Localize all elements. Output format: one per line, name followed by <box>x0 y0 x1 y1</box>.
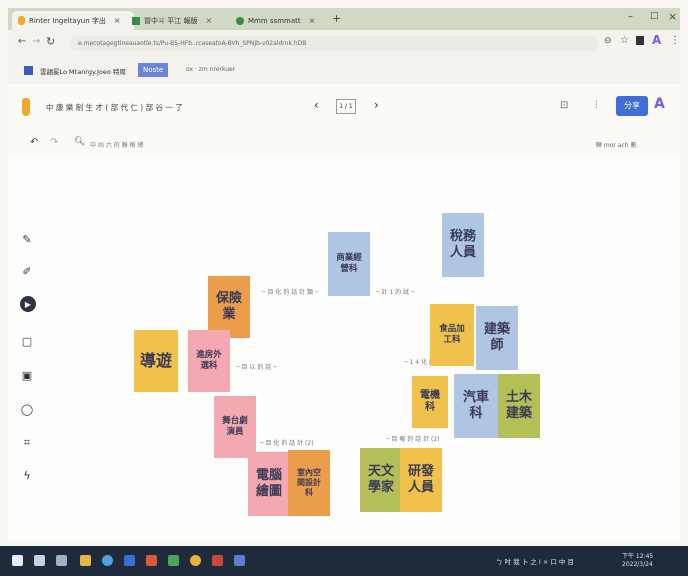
browser-tab-active[interactable]: Rinter Ingeltayun 字出 × <box>12 11 134 30</box>
bookmark-item[interactable]: ox · zm nrerkuer <box>186 66 235 73</box>
tab-favicon-icon <box>132 16 140 25</box>
close-tab-icon[interactable]: × <box>205 16 212 25</box>
user-avatar[interactable]: A <box>654 96 665 112</box>
extension-icon[interactable] <box>636 36 644 45</box>
connector-label: ─ 目 化 的 話 計 類 ─ <box>262 289 319 296</box>
excel-icon[interactable] <box>168 555 179 566</box>
sticky-note[interactable]: 建築師 <box>476 306 518 370</box>
zoom-icon[interactable]: ⊖ <box>604 36 612 46</box>
edge-icon[interactable] <box>102 555 113 566</box>
browser-tab[interactable]: 冒中ㄐ 平江 報版 × <box>126 11 238 30</box>
connector-label: ─ 目 以 的 話 ─ <box>236 364 277 371</box>
sticky-note[interactable]: 導遊 <box>134 330 178 392</box>
app-logo-icon <box>22 98 30 116</box>
text-box-icon[interactable]: ▣ <box>20 368 34 382</box>
frame-icon[interactable]: ⌗ <box>20 436 34 450</box>
clock-time[interactable]: 下午 12:45 <box>622 551 653 560</box>
bookmark-item[interactable]: 雲韻冕Lo Mtanrgy.Joeo 特周 <box>40 66 126 76</box>
select-tool-icon[interactable]: ▶ <box>20 296 36 312</box>
marker-icon[interactable]: ✐ <box>20 264 34 278</box>
os-taskbar: ㄅ 吋 我 卜 之 I × 口 中 目 下午 12:45 2022/3/24 <box>0 546 688 576</box>
zoom-tool-icon[interactable]: 🔍︎ <box>74 137 85 147</box>
sticky-note[interactable]: 汽車科 <box>454 374 498 438</box>
present-icon[interactable]: ⊡ <box>560 100 568 111</box>
task-view-icon[interactable] <box>56 555 67 566</box>
sticky-note[interactable]: 食品加 工科 <box>430 304 474 366</box>
menu-icon[interactable]: ⋮ <box>670 35 680 46</box>
bookmarks-bar: 雲韻冕Lo Mtanrgy.Joeo 特周 Noste ox · zm nrer… <box>8 58 680 85</box>
start-icon[interactable] <box>12 555 23 566</box>
reload-icon[interactable]: ↻ <box>46 35 55 48</box>
url-field[interactable]: e.mecotagegtineauaotle.ts/Pu-B5-HFb..rca… <box>70 36 598 51</box>
tab-favicon-icon <box>18 16 25 25</box>
browser-tab[interactable]: Mmm ssmmatt × <box>230 11 338 30</box>
clock-date[interactable]: 2022/3/24 <box>622 561 653 568</box>
store-icon[interactable] <box>124 555 135 566</box>
connector-label: ─ 目 化 的 話 計 (2) <box>260 440 314 447</box>
sticky-note[interactable]: 商業經 營科 <box>328 232 370 296</box>
system-tray[interactable]: ㄅ 吋 我 卜 之 I × 口 中 目 <box>496 556 574 566</box>
tab-favicon-icon <box>236 16 244 25</box>
tab-label: 冒中ㄐ 平江 報版 <box>144 16 198 25</box>
sticky-note[interactable]: 保險業 <box>208 276 250 338</box>
forward-icon[interactable]: → <box>32 36 40 47</box>
secondary-toolbar: ↶ ↷ 🔍︎ 中 凶 六 的 聯 格 總 聯 mor ach 刪 <box>8 134 680 156</box>
office-icon[interactable] <box>146 555 157 566</box>
screenshot-frame: Rinter Ingeltayun 字出 × 冒中ㄐ 平江 報版 × Mmm s… <box>0 0 688 576</box>
sticky-note[interactable]: 電腦 繪圖 <box>248 452 290 516</box>
sticky-note[interactable]: 進房外 選科 <box>188 330 230 392</box>
connector-label: ─ 計 1 的 試 ─ <box>376 289 415 296</box>
shape-icon[interactable]: ◯ <box>20 402 34 416</box>
page-indicator[interactable]: 1 / 1 <box>336 99 356 114</box>
bookmark-item[interactable]: Noste <box>138 63 169 77</box>
prev-page-icon[interactable]: ‹ <box>314 98 319 112</box>
sticky-note[interactable]: 舞台劇 演員 <box>214 396 256 458</box>
tab-label: Mmm ssmmatt <box>248 16 301 25</box>
sticky-note[interactable]: 研發 人員 <box>400 448 442 512</box>
share-button[interactable]: 分享 <box>616 96 648 116</box>
search-icon[interactable] <box>34 555 45 566</box>
back-icon[interactable]: ← <box>18 36 26 47</box>
undo-icon[interactable]: ↶ <box>30 137 38 148</box>
toolbar-info: 中 凶 六 的 聯 格 總 <box>90 142 144 149</box>
close-window-icon[interactable]: × <box>668 10 677 23</box>
browser-tab-bar: Rinter Ingeltayun 字出 × 冒中ㄐ 平江 報版 × Mmm s… <box>8 8 680 30</box>
app-header: 中 康 樂 制 生 才 ( 部 代 仁 ) 部 谷 一 了 ‹ 1 / 1 › … <box>8 84 680 135</box>
tab-label: Rinter Ingeltayun 字出 <box>29 16 106 25</box>
whiteboard-canvas[interactable] <box>8 156 680 540</box>
new-tab-icon[interactable]: + <box>332 12 341 25</box>
board-title[interactable]: 中 康 樂 制 生 才 ( 部 代 仁 ) 部 谷 一 了 <box>46 102 183 113</box>
bookmark-star-icon[interactable]: ☆ <box>620 35 629 46</box>
more-icon[interactable]: ⋮ <box>592 100 601 110</box>
app-icon[interactable] <box>234 555 245 566</box>
sticky-note-icon[interactable]: ▢ <box>20 334 34 348</box>
sticky-note[interactable]: 土木 建築 <box>498 374 540 438</box>
minimize-icon[interactable]: – <box>628 11 633 22</box>
address-bar-row: ← → ↻ e.mecotagegtineauaotle.ts/Pu-B5-HF… <box>8 30 680 58</box>
profile-icon[interactable]: A <box>652 33 661 47</box>
apps-icon[interactable] <box>24 66 33 75</box>
connector-label: ─ 目 報 的 話 計 (2) <box>386 436 440 443</box>
pen-icon[interactable]: ✎ <box>20 232 34 246</box>
zoom-status[interactable]: 聯 mor ach 刪 <box>596 140 636 149</box>
close-tab-icon[interactable]: × <box>114 16 121 25</box>
sticky-note[interactable]: 電機科 <box>412 376 448 428</box>
maximize-icon[interactable]: □ <box>650 11 659 21</box>
next-page-icon[interactable]: › <box>374 98 379 112</box>
laser-icon[interactable]: ϟ <box>20 468 34 482</box>
sticky-note[interactable]: 天文 學家 <box>360 448 402 512</box>
close-tab-icon[interactable]: × <box>309 16 316 25</box>
explorer-icon[interactable] <box>80 555 91 566</box>
sticky-note[interactable]: 室內空 間設計科 <box>288 450 330 516</box>
app-icon[interactable] <box>212 555 223 566</box>
chrome-icon[interactable] <box>190 555 201 566</box>
sticky-note[interactable]: 稅務 人員 <box>442 213 484 277</box>
redo-icon[interactable]: ↷ <box>50 137 58 148</box>
